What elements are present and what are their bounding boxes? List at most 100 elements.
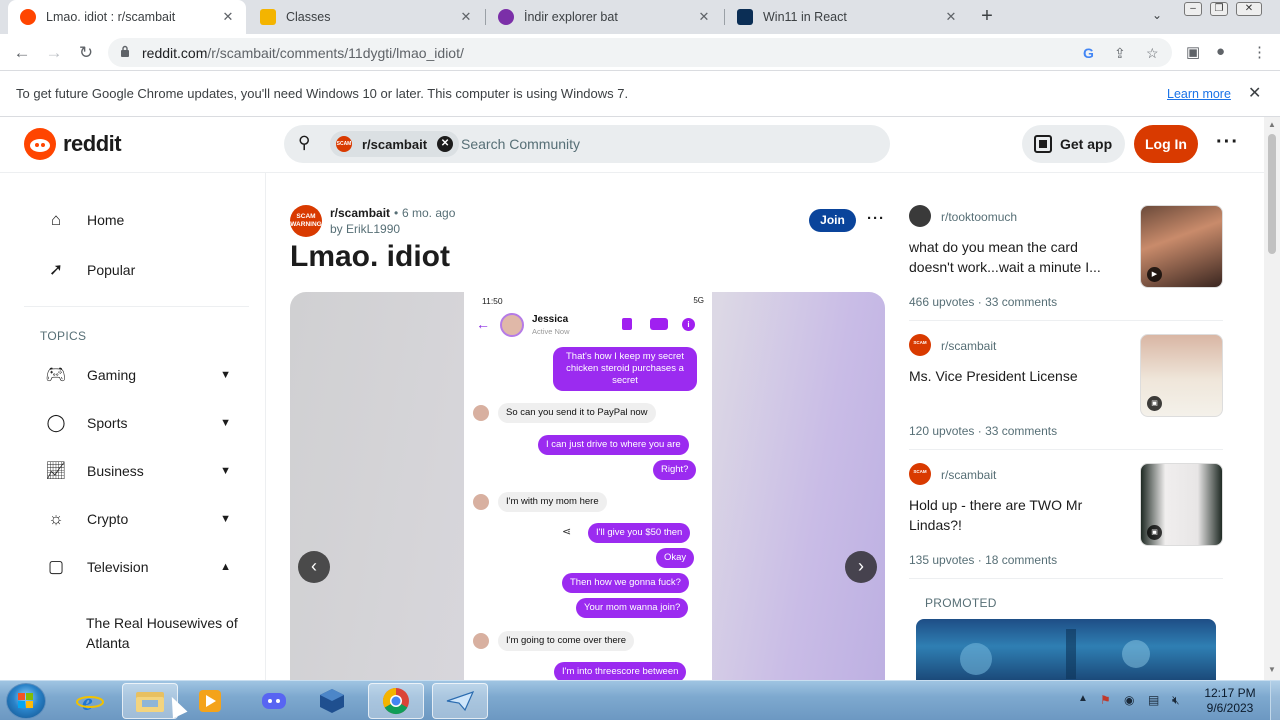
feed-card-title[interactable]: Hold up - there are TWO Mr Lindas?!	[909, 495, 1119, 535]
sidebar-subtopic-rhoa[interactable]: The Real Housewives of Atlanta	[86, 613, 246, 653]
sidebar-item-popular[interactable]: ➚ Popular	[9, 250, 249, 290]
tab-indir[interactable]: İndir explorer bat ✕	[486, 0, 722, 34]
sidebar-topic-label: Sports	[87, 415, 128, 431]
search-bar[interactable]: ⚲ SCAM r/scambait ✕ Search Community	[284, 125, 890, 163]
tray-network-icon[interactable]: ▤	[1148, 693, 1159, 707]
reddit-wordmark[interactable]: reddit	[63, 131, 122, 157]
sidebar-topic-crypto[interactable]: ☼ Crypto ▼	[9, 499, 249, 539]
tray-discord-icon[interactable]: ◉	[1124, 693, 1134, 707]
page-scrollbar[interactable]: ▲ ▼	[1264, 117, 1280, 680]
gallery-icon: ▣	[1147, 396, 1162, 411]
learn-more-link[interactable]: Learn more	[1167, 87, 1231, 101]
sports-ball-icon: ◯	[46, 413, 66, 432]
post-author[interactable]: by ErikL1990	[330, 222, 400, 236]
community-chip[interactable]: SCAM r/scambait ✕	[330, 131, 460, 157]
sidebar-topic-sports[interactable]: ◯ Sports ▼	[9, 403, 249, 443]
feed-card[interactable]: SCAM r/scambait Hold up - there are TWO …	[909, 463, 1223, 581]
close-tab-icon[interactable]: ✕	[696, 9, 712, 25]
chat-message: I'm going to come over there	[498, 631, 635, 651]
forward-button[interactable]: →	[42, 41, 66, 65]
url-text[interactable]: reddit.com/r/scambait/comments/11dygti/l…	[142, 45, 464, 61]
tab-title: Lmao. idiot : r/scambait	[46, 10, 176, 24]
tray-expand-icon[interactable]: ▲	[1078, 693, 1088, 704]
address-bar[interactable]: reddit.com/r/scambait/comments/11dygti/l…	[108, 38, 1172, 67]
feed-card-thumbnail[interactable]: ▣	[1140, 334, 1223, 417]
taskbar-internet-explorer[interactable]: e	[62, 683, 118, 719]
feed-card[interactable]: r/tooktoomuch what do you mean the card …	[909, 205, 1223, 323]
feed-card-subreddit[interactable]: r/scambait	[941, 339, 996, 353]
scroll-down-icon[interactable]: ▼	[1268, 665, 1276, 674]
taskbar-mail[interactable]	[432, 683, 488, 719]
close-tab-icon[interactable]: ✕	[458, 9, 474, 25]
feed-card-thumbnail[interactable]: ▶	[1140, 205, 1223, 288]
chrome-menu-icon[interactable]: ⋮	[1252, 43, 1267, 61]
internet-explorer-icon: e	[76, 690, 104, 715]
close-window-button[interactable]: ✕	[1236, 2, 1262, 16]
carousel-prev-button[interactable]: ‹	[298, 551, 330, 583]
carousel-next-button[interactable]: ›	[845, 551, 877, 583]
tab-reddit[interactable]: Lmao. idiot : r/scambait ✕	[8, 0, 246, 34]
google-classroom-icon	[260, 9, 276, 25]
restore-button[interactable]: ❐	[1210, 2, 1228, 16]
reddit-logo-icon[interactable]	[24, 128, 56, 160]
taskbar-discord[interactable]	[246, 683, 302, 719]
side-panel-icon[interactable]: ▣	[1186, 43, 1200, 61]
reload-button[interactable]: ↻	[74, 41, 98, 65]
google-lens-icon[interactable]: G	[1083, 45, 1094, 61]
sidebar-topic-television[interactable]: ▢ Television ▲	[9, 547, 249, 587]
back-button[interactable]: ←	[10, 41, 34, 65]
close-tab-icon[interactable]: ✕	[943, 9, 959, 25]
tab-search-chevron-icon[interactable]: ⌄	[1152, 8, 1162, 22]
profile-icon[interactable]: ●	[1216, 43, 1225, 60]
new-tab-button[interactable]: +	[976, 5, 998, 27]
feed-card-subreddit[interactable]: r/tooktoomuch	[941, 210, 1017, 224]
promoted-image[interactable]	[916, 619, 1216, 680]
taskbar-virtualbox[interactable]	[304, 683, 360, 719]
chat-message: Your mom wanna join?	[576, 598, 689, 618]
get-app-button[interactable]: Get app	[1022, 125, 1125, 163]
minimize-button[interactable]: –	[1184, 2, 1202, 16]
feed-card-thumbnail[interactable]: ▣	[1140, 463, 1223, 546]
start-button[interactable]	[6, 683, 46, 719]
login-button[interactable]: Log In	[1134, 125, 1198, 163]
gallery-icon: ▣	[1147, 525, 1162, 540]
tray-volume-muted-icon[interactable]: 🔇︎	[1172, 693, 1180, 708]
tray-action-center-icon[interactable]: ⚑	[1100, 693, 1111, 707]
infobar-close-icon[interactable]: ✕	[1248, 83, 1261, 103]
remove-community-icon[interactable]: ✕	[437, 136, 454, 152]
feed-card-meta: 466 upvotes · 33 comments	[909, 295, 1057, 309]
tab-win11[interactable]: Win11 in React ✕	[725, 0, 969, 34]
chat-message: I'll give you $50 then	[588, 523, 691, 543]
feed-card-title[interactable]: Ms. Vice President License	[909, 366, 1119, 386]
post-options-icon[interactable]: ···	[867, 210, 885, 227]
close-tab-icon[interactable]: ✕	[220, 9, 236, 25]
feed-card-comments: 33 comments	[985, 295, 1058, 309]
sidebar-item-home[interactable]: ⌂ Home	[9, 200, 249, 240]
sidebar-topic-gaming[interactable]: 🎮︎ Gaming ▼	[9, 355, 249, 395]
windows-taskbar: e ▲ ⚑ ◉ ▤ 🔇︎ 12:17 PM 9/6/2023	[0, 680, 1280, 720]
lock-icon[interactable]	[120, 45, 130, 57]
bookmark-star-icon[interactable]: ☆	[1146, 45, 1159, 62]
feed-card-subreddit[interactable]: r/scambait	[941, 468, 996, 482]
meta-separator: •	[394, 206, 399, 220]
chevron-up-icon: ▲	[220, 561, 231, 573]
system-clock[interactable]: 12:17 PM 9/6/2023	[1198, 686, 1262, 716]
tab-classes[interactable]: Classes ✕	[248, 0, 484, 34]
taskbar-chrome[interactable]	[368, 683, 424, 719]
subreddit-avatar[interactable]: SCAM WARNING	[290, 205, 322, 237]
search-input[interactable]: Search Community	[461, 136, 580, 152]
taskbar-media-player[interactable]	[182, 683, 238, 719]
share-icon[interactable]: ⇪	[1114, 45, 1126, 62]
post-subreddit-link[interactable]: r/scambait	[330, 206, 390, 220]
feed-card-title[interactable]: what do you mean the card doesn't work..…	[909, 237, 1119, 277]
feed-card-upvotes: 120 upvotes	[909, 424, 975, 438]
discord-icon	[262, 693, 286, 709]
sidebar-topic-business[interactable]: 📈︎ Business ▼	[9, 451, 249, 491]
join-button[interactable]: Join	[809, 209, 856, 232]
more-options-icon[interactable]: ···	[1216, 131, 1239, 154]
svg-text:e: e	[82, 690, 93, 715]
scrollbar-thumb[interactable]	[1268, 134, 1276, 254]
scroll-up-icon[interactable]: ▲	[1268, 120, 1276, 129]
show-desktop-button[interactable]	[1270, 681, 1280, 720]
feed-card[interactable]: SCAM r/scambait Ms. Vice President Licen…	[909, 334, 1223, 452]
